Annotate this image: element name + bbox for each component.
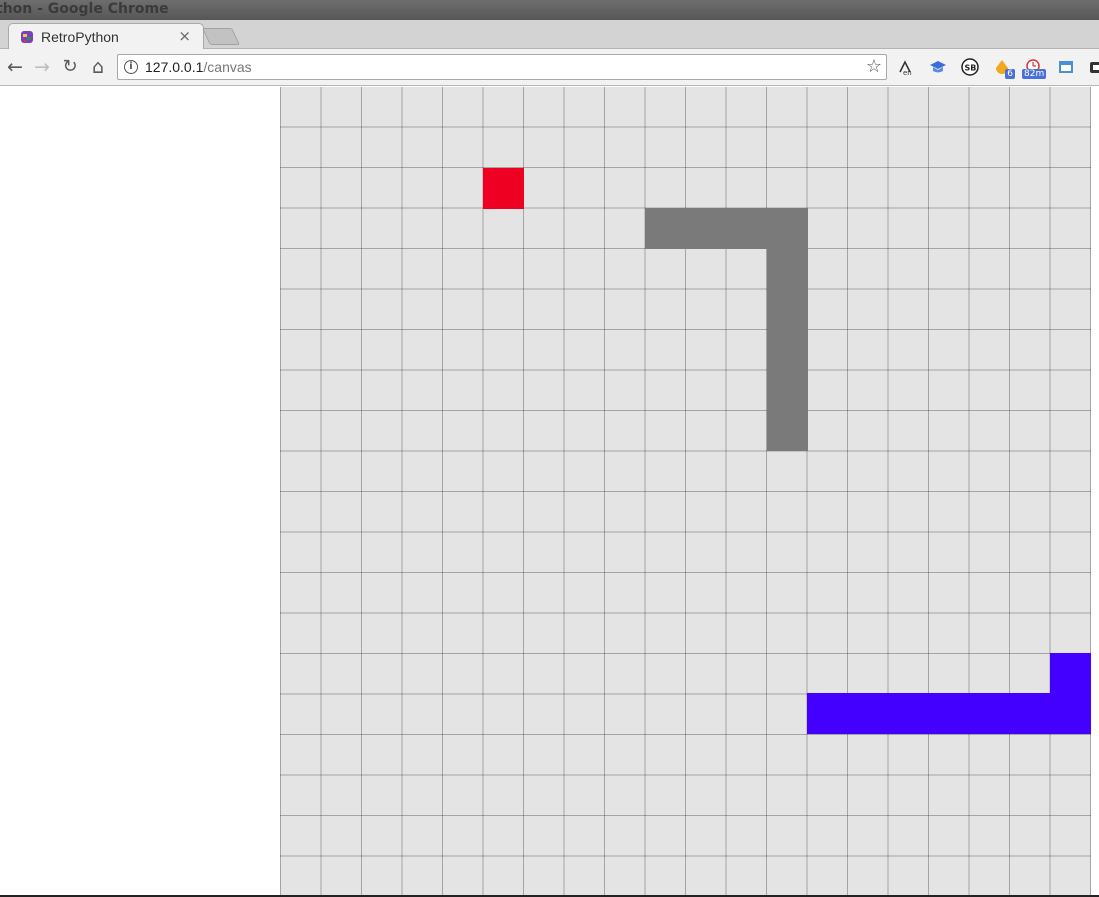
site-info-icon[interactable]: i <box>124 60 138 74</box>
graduation-cap-icon[interactable] <box>929 58 947 76</box>
game-canvas[interactable] <box>280 87 1091 895</box>
svg-text:SB: SB <box>965 64 977 73</box>
snake-gray-segment <box>685 208 727 250</box>
snake-blue-segment <box>807 693 849 734</box>
snake-gray-segment <box>766 208 808 250</box>
bookmark-star-icon[interactable]: ☆ <box>866 56 882 77</box>
honey-badge: 6 <box>1005 69 1015 79</box>
window-icon[interactable] <box>1057 58 1075 76</box>
url-path: /canvas <box>203 59 252 75</box>
translate-icon[interactable]: en <box>897 58 915 76</box>
snake-gray-segment <box>644 208 686 250</box>
new-tab-button[interactable] <box>202 28 240 45</box>
url-host: 127.0.0.1 <box>145 59 204 75</box>
snake-gray-segment <box>766 329 808 371</box>
home-button[interactable]: ⌂ <box>86 55 110 79</box>
snake-gray-segment <box>766 410 808 452</box>
reload-button[interactable]: ↻ <box>58 55 82 79</box>
tab-close-icon[interactable]: × <box>178 27 191 45</box>
snake-blue-segment <box>888 693 930 734</box>
back-button[interactable]: ← <box>3 55 27 79</box>
snake-blue-segment <box>969 693 1011 734</box>
address-bar[interactable]: i 127.0.0.1/canvas ☆ <box>117 54 887 80</box>
svg-text:en: en <box>903 69 912 76</box>
page-margin-right <box>1091 87 1099 895</box>
window-titlebar: thon - Google Chrome <box>0 0 1099 20</box>
page-margin-left <box>0 87 280 895</box>
snake-blue-segment <box>1009 693 1051 734</box>
snake-gray-segment <box>766 369 808 411</box>
snake-gray-segment <box>766 289 808 330</box>
tab-strip: RetroPython × <box>0 20 1099 50</box>
window-title: thon - Google Chrome <box>0 1 169 17</box>
honey-icon[interactable]: 6 <box>993 58 1015 79</box>
snake-blue-segment <box>1050 652 1091 694</box>
sb-icon[interactable]: SB <box>961 58 979 76</box>
food-cell <box>482 167 524 209</box>
url-text[interactable]: 127.0.0.1/canvas <box>145 59 252 75</box>
lock-icon[interactable] <box>1088 58 1099 76</box>
tab-retropython[interactable]: RetroPython × <box>8 23 204 50</box>
snake-blue-segment <box>1050 693 1091 734</box>
timer-icon[interactable]: 82m <box>1022 58 1047 79</box>
snake-blue-segment <box>928 693 970 734</box>
snake-gray-segment <box>726 208 768 250</box>
forward-button[interactable]: → <box>30 55 54 79</box>
python-favicon-icon <box>21 31 33 43</box>
snake-blue-segment <box>847 693 889 734</box>
snake-gray-segment <box>766 248 808 290</box>
tab-title: RetroPython <box>41 29 119 45</box>
timer-badge: 82m <box>1022 69 1047 79</box>
browser-toolbar: ← → ↻ ⌂ i 127.0.0.1/canvas ☆ en SB 6 82m <box>0 49 1099 86</box>
